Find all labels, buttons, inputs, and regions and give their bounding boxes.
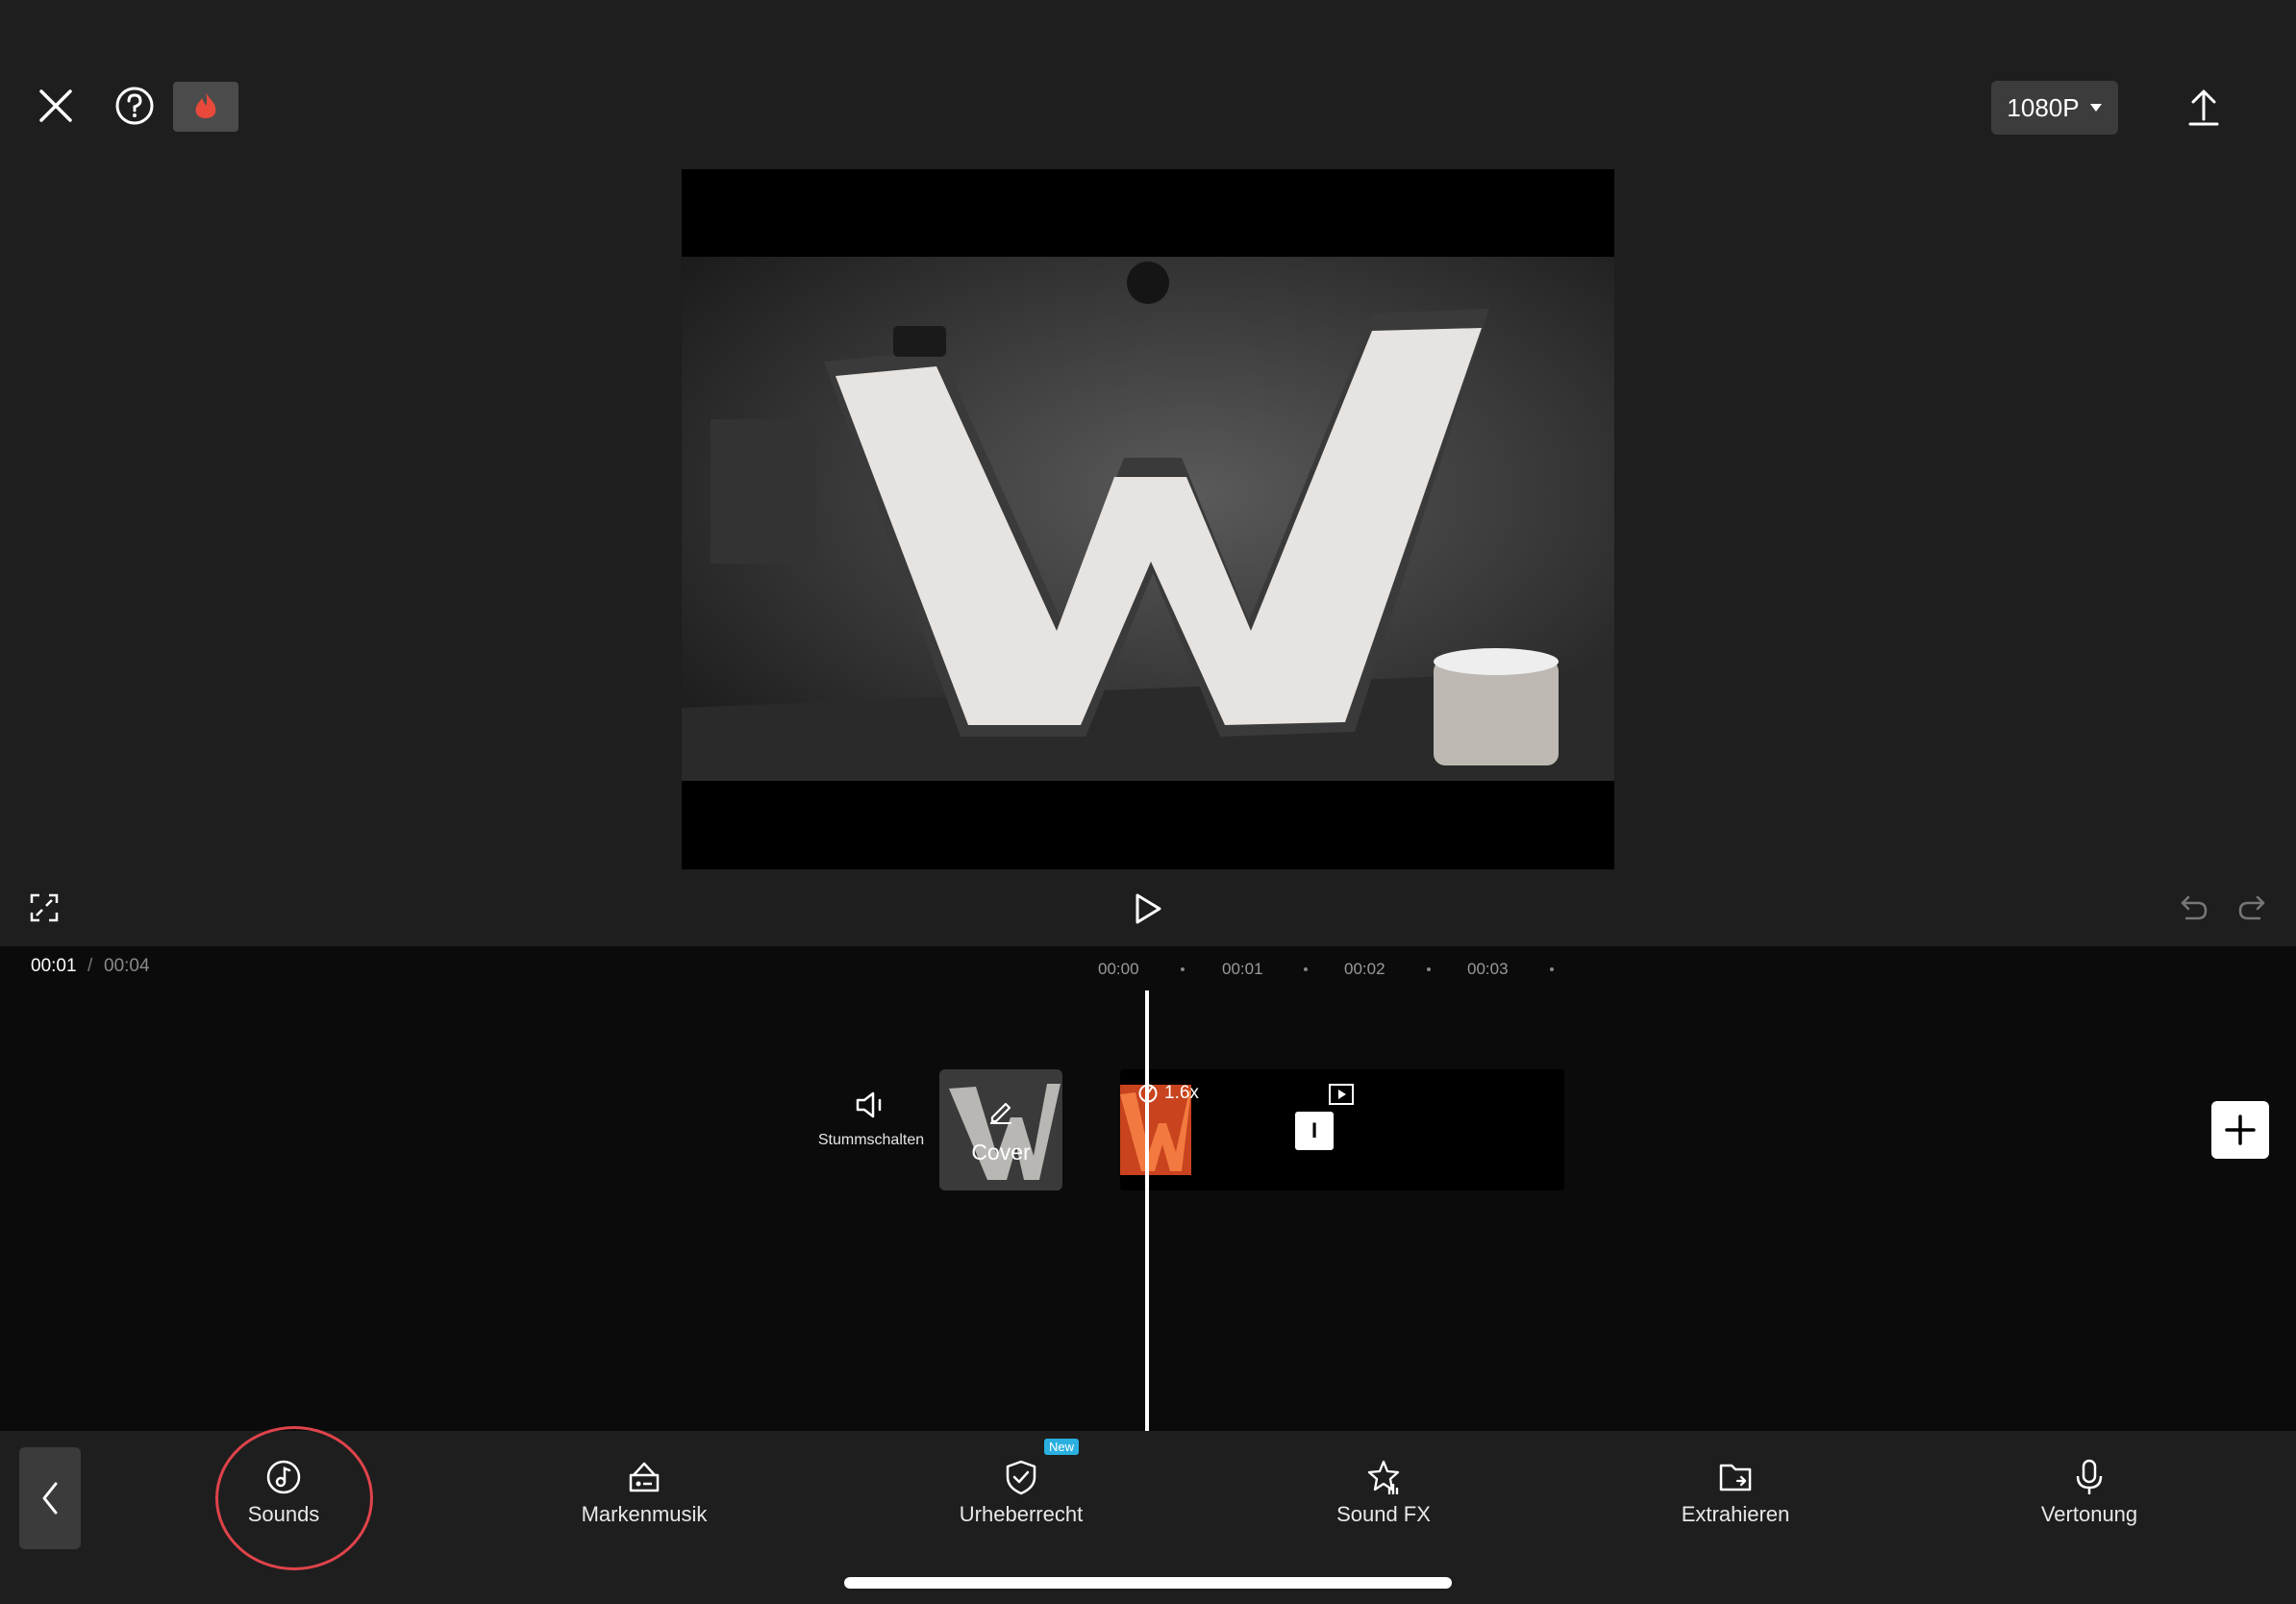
undo-icon [2181,895,2208,920]
tool-label: Vertonung [2040,1502,2138,1526]
edit-pencil-icon [990,1102,1011,1124]
cover-label: Cover [971,1140,1031,1165]
fullscreen-icon [30,893,59,922]
resolution-label: 1080P [2007,92,2080,122]
microphone-icon [2076,1459,2103,1494]
timeline-tick: 00:03 [1467,960,1509,978]
tool-vertonung[interactable]: Vertonung [1993,1450,2185,1546]
tool-label: Sound FX [1336,1502,1431,1526]
close-button[interactable] [27,77,85,135]
brand-music-icon [629,1462,660,1492]
video-clip[interactable]: 1.6x I [1120,1069,1564,1190]
help-button[interactable] [106,77,163,135]
tool-label: Extrahieren [1681,1502,1790,1526]
tool-label: Markenmusik [581,1502,708,1526]
play-icon [1136,893,1161,924]
timeline-tick-dot [1181,967,1185,971]
tool-markenmusik[interactable]: Markenmusik [548,1450,740,1546]
transition-button[interactable]: I [1295,1112,1334,1150]
resolution-dropdown[interactable]: 1080P [1991,81,2118,135]
speed-label: 1.6x [1164,1083,1199,1103]
tool-sound-fx[interactable]: Sound FX [1287,1450,1480,1546]
playhead[interactable] [1145,990,1149,1431]
flame-icon [195,92,216,118]
tool-extrahieren[interactable]: Extrahieren [1639,1450,1832,1546]
tool-label: Urheberrecht [959,1502,1084,1526]
transition-glyph: I [1310,1118,1318,1142]
caret-down-icon [2089,104,2102,112]
copyright-shield-icon [1006,1460,1036,1495]
mute-clip-audio-button[interactable]: Stummschalten [804,1090,938,1183]
total-time: 00:04 [104,956,150,976]
animation-play-icon [1329,1084,1354,1105]
add-clip-button[interactable] [2211,1101,2269,1159]
cover-thumbnail [939,1069,1062,1190]
plus-icon [2225,1115,2256,1145]
highlight-ring [215,1426,373,1570]
help-icon [115,87,154,125]
cover-button[interactable]: Cover [939,1069,1062,1190]
play-button[interactable] [1126,887,1170,931]
current-time: 00:01 [31,956,77,976]
time-separator: / [87,956,93,976]
undo-button[interactable] [2177,890,2211,925]
redo-icon [2238,895,2265,920]
mute-label: Stummschalten [817,1132,925,1148]
new-badge: New [1044,1439,1080,1455]
timeline-tick-dot [1304,967,1308,971]
export-icon [2188,89,2219,126]
timeline-tick-dot [1550,967,1554,971]
timeline-tick: 00:01 [1222,960,1263,978]
trending-button[interactable] [173,82,238,132]
close-icon [39,89,72,122]
video-frame-image [682,169,1614,869]
home-indicator [844,1577,1452,1589]
back-button[interactable] [19,1447,81,1549]
extract-folder-icon [1719,1464,1752,1491]
video-preview[interactable] [682,169,1614,869]
export-button[interactable] [2175,77,2233,138]
sound-fx-icon [1367,1460,1400,1494]
timeline-tick: 00:00 [1098,960,1139,978]
timeline-tick-dot [1427,967,1431,971]
speaker-icon [856,1091,882,1118]
timeline-tick: 00:02 [1344,960,1385,978]
tool-urheberrecht[interactable]: Urheberrecht [925,1450,1117,1546]
fullscreen-button[interactable] [23,887,65,929]
chevron-left-icon [42,1482,58,1515]
redo-button[interactable] [2234,890,2269,925]
